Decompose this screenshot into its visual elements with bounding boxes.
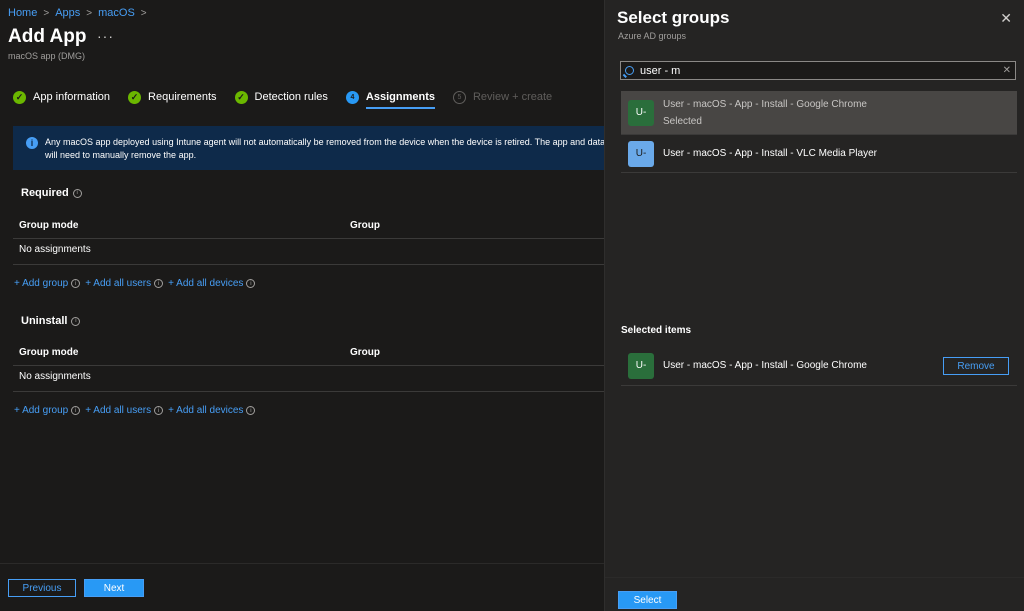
no-assignments-text: No assignments xyxy=(19,244,91,255)
panel-subtitle: Azure AD groups xyxy=(618,31,687,41)
info-icon[interactable]: i xyxy=(246,406,256,415)
add-app-blade: Home > Apps > macOS > Add App ··· macOS … xyxy=(0,0,604,611)
add-all-devices-link[interactable]: + Add all devices xyxy=(168,405,243,416)
select-groups-panel: Select groups Azure AD groups ✕ ✕ U- Use… xyxy=(604,0,1024,611)
required-table-header: Group mode Group xyxy=(13,214,604,239)
uninstall-add-links: + Add group i + Add all users i + Add al… xyxy=(14,405,257,416)
step-label: Requirements xyxy=(148,91,217,103)
step-number: 4 xyxy=(345,90,359,104)
group-avatar: U- xyxy=(628,140,654,167)
info-line-1: Any macOS app deployed using Intune agen… xyxy=(45,137,604,147)
checkmark-icon: ✓ xyxy=(13,90,26,104)
add-group-link[interactable]: + Add group xyxy=(14,278,68,289)
info-banner: i Any macOS app deployed using Intune ag… xyxy=(13,126,604,170)
chevron-right-icon: > xyxy=(86,7,93,19)
col-group: Group xyxy=(350,220,380,231)
add-group-link[interactable]: + Add group xyxy=(14,405,68,416)
selected-item: U- User - macOS - App - Install - Google… xyxy=(621,346,1017,386)
search-box: ✕ xyxy=(620,61,1016,80)
search-icon xyxy=(625,66,634,75)
group-name: User - macOS - App - Install - VLC Media… xyxy=(663,148,877,159)
remove-button[interactable]: Remove xyxy=(943,357,1009,375)
no-assignments-text: No assignments xyxy=(19,371,91,382)
group-result-text: User - macOS - App - Install - Google Ch… xyxy=(663,96,867,130)
info-icon[interactable]: i xyxy=(154,406,164,415)
panel-footer-divider xyxy=(605,577,1024,578)
panel-title: Select groups xyxy=(617,8,730,27)
selected-group-name: User - macOS - App - Install - Google Ch… xyxy=(663,360,867,371)
checkmark-icon: ✓ xyxy=(234,90,248,104)
step-app-information[interactable]: ✓ App information xyxy=(13,90,111,104)
info-icon[interactable]: i xyxy=(246,279,256,288)
info-icon[interactable]: i xyxy=(71,316,81,326)
group-avatar: U- xyxy=(628,99,654,126)
info-icon: i xyxy=(26,137,38,149)
close-icon[interactable]: ✕ xyxy=(1000,10,1012,27)
info-icon[interactable]: i xyxy=(71,279,81,288)
uninstall-section-title: Uninstall i xyxy=(21,315,81,327)
step-detection-rules[interactable]: ✓ Detection rules xyxy=(234,90,328,104)
group-result-item[interactable]: U- User - macOS - App - Install - VLC Me… xyxy=(621,135,1017,173)
breadcrumb: Home > Apps > macOS > xyxy=(8,7,147,19)
col-group: Group xyxy=(350,347,380,358)
col-group-mode: Group mode xyxy=(19,220,79,231)
uninstall-table-header: Group mode Group xyxy=(13,341,604,366)
checkmark-icon: ✓ xyxy=(128,90,142,104)
required-add-links: + Add group i + Add all users i + Add al… xyxy=(14,278,257,289)
info-line-2: will need to manually remove the app. xyxy=(45,150,197,160)
next-button[interactable]: Next xyxy=(84,579,144,597)
group-avatar: U- xyxy=(628,352,654,379)
group-result-text: User - macOS - App - Install - VLC Media… xyxy=(663,145,877,162)
add-all-users-link[interactable]: + Add all users xyxy=(85,278,151,289)
step-label: Detection rules xyxy=(254,91,328,103)
group-result-item[interactable]: U- User - macOS - App - Install - Google… xyxy=(621,91,1017,135)
uninstall-title-text: Uninstall xyxy=(21,315,68,327)
page-subtitle: macOS app (DMG) xyxy=(8,51,86,61)
table-row: No assignments xyxy=(13,366,604,392)
info-icon[interactable]: i xyxy=(72,188,82,198)
previous-button[interactable]: Previous xyxy=(8,579,76,597)
step-requirements[interactable]: ✓ Requirements xyxy=(128,90,217,104)
info-icon[interactable]: i xyxy=(154,279,164,288)
info-icon[interactable]: i xyxy=(71,406,81,415)
add-all-users-link[interactable]: + Add all users xyxy=(85,405,151,416)
select-button[interactable]: Select xyxy=(618,591,677,609)
page-title: Add App xyxy=(8,26,87,47)
clear-search-icon[interactable]: ✕ xyxy=(1003,65,1011,76)
breadcrumb-home[interactable]: Home xyxy=(8,7,37,19)
group-status: Selected xyxy=(663,115,702,127)
step-label: App information xyxy=(33,91,111,103)
wizard-steps: ✓ App information ✓ Requirements ✓ Detec… xyxy=(13,89,570,109)
step-label: Review + create xyxy=(472,91,553,103)
search-input[interactable] xyxy=(640,64,1003,77)
more-options-icon[interactable]: ··· xyxy=(97,28,114,44)
group-name: User - macOS - App - Install - Google Ch… xyxy=(663,98,867,110)
info-banner-text: Any macOS app deployed using Intune agen… xyxy=(45,136,604,170)
required-section-title: Required i xyxy=(21,187,82,199)
add-all-devices-link[interactable]: + Add all devices xyxy=(168,278,243,289)
table-row: No assignments xyxy=(13,239,604,265)
footer-divider xyxy=(0,563,604,564)
step-number: 5 xyxy=(452,90,466,104)
breadcrumb-macos[interactable]: macOS xyxy=(98,7,135,19)
step-label: Assignments xyxy=(365,91,436,109)
selected-items-title: Selected items xyxy=(621,325,692,336)
chevron-right-icon: > xyxy=(140,7,147,19)
breadcrumb-apps[interactable]: Apps xyxy=(55,7,80,19)
chevron-right-icon: > xyxy=(43,7,50,19)
step-review-create: 5 Review + create xyxy=(452,90,553,104)
required-title-text: Required xyxy=(21,187,69,199)
col-group-mode: Group mode xyxy=(19,347,79,358)
step-assignments[interactable]: 4 Assignments xyxy=(345,90,436,109)
